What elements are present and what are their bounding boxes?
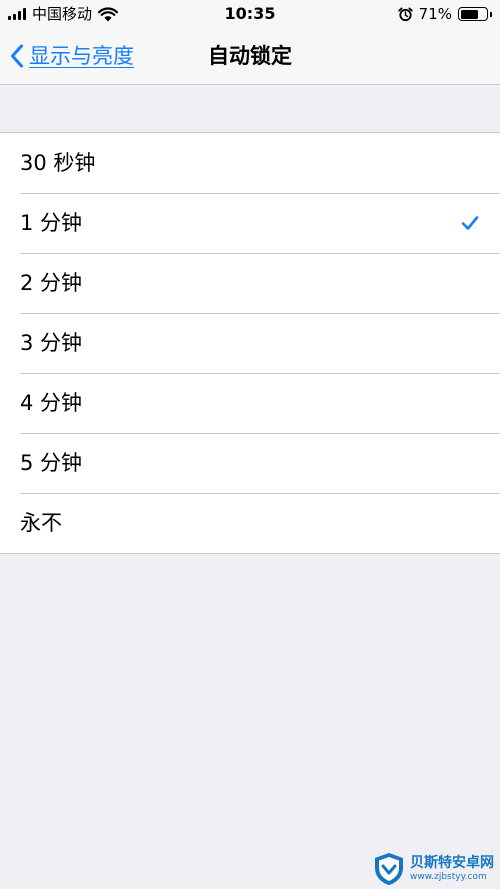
option-3-minutes[interactable]: 3 分钟 (0, 313, 500, 373)
status-bar: 中国移动 10:35 71% (0, 0, 500, 28)
option-label: 2 分钟 (20, 271, 83, 295)
status-right: 71% (397, 4, 492, 24)
option-never[interactable]: 永不 (0, 493, 500, 553)
option-2-minutes[interactable]: 2 分钟 (0, 253, 500, 313)
auto-lock-options-list: 30 秒钟 1 分钟 2 分钟 3 分钟 4 分钟 5 分钟 永不 (0, 132, 500, 554)
option-label: 永不 (20, 511, 62, 535)
battery-icon (458, 7, 488, 21)
watermark-url: www.zjbstyy.com (410, 871, 487, 882)
battery-cap (490, 11, 492, 17)
option-label: 3 分钟 (20, 331, 83, 355)
watermark-logo: 贝斯特安卓网 www.zjbstyy.com (372, 848, 500, 889)
option-label: 5 分钟 (20, 451, 83, 475)
battery-percent: 71% (418, 5, 452, 23)
watermark-text: 贝斯特安卓网 www.zjbstyy.com (410, 855, 494, 883)
option-label: 1 分钟 (20, 211, 83, 235)
option-30-seconds[interactable]: 30 秒钟 (0, 133, 500, 193)
page-title: 自动锁定 (208, 44, 292, 68)
option-1-minute[interactable]: 1 分钟 (0, 193, 500, 253)
alarm-icon (397, 7, 413, 21)
option-label: 30 秒钟 (20, 151, 96, 175)
watermark-name: 贝斯特安卓网 (410, 854, 494, 871)
checkmark-icon (461, 216, 479, 230)
option-4-minutes[interactable]: 4 分钟 (0, 373, 500, 433)
shield-logo-icon (375, 852, 403, 885)
nav-bar: 显示与亮度 自动锁定 (0, 28, 500, 85)
option-label: 4 分钟 (20, 391, 83, 415)
battery-fill (460, 9, 478, 19)
option-5-minutes[interactable]: 5 分钟 (0, 433, 500, 493)
